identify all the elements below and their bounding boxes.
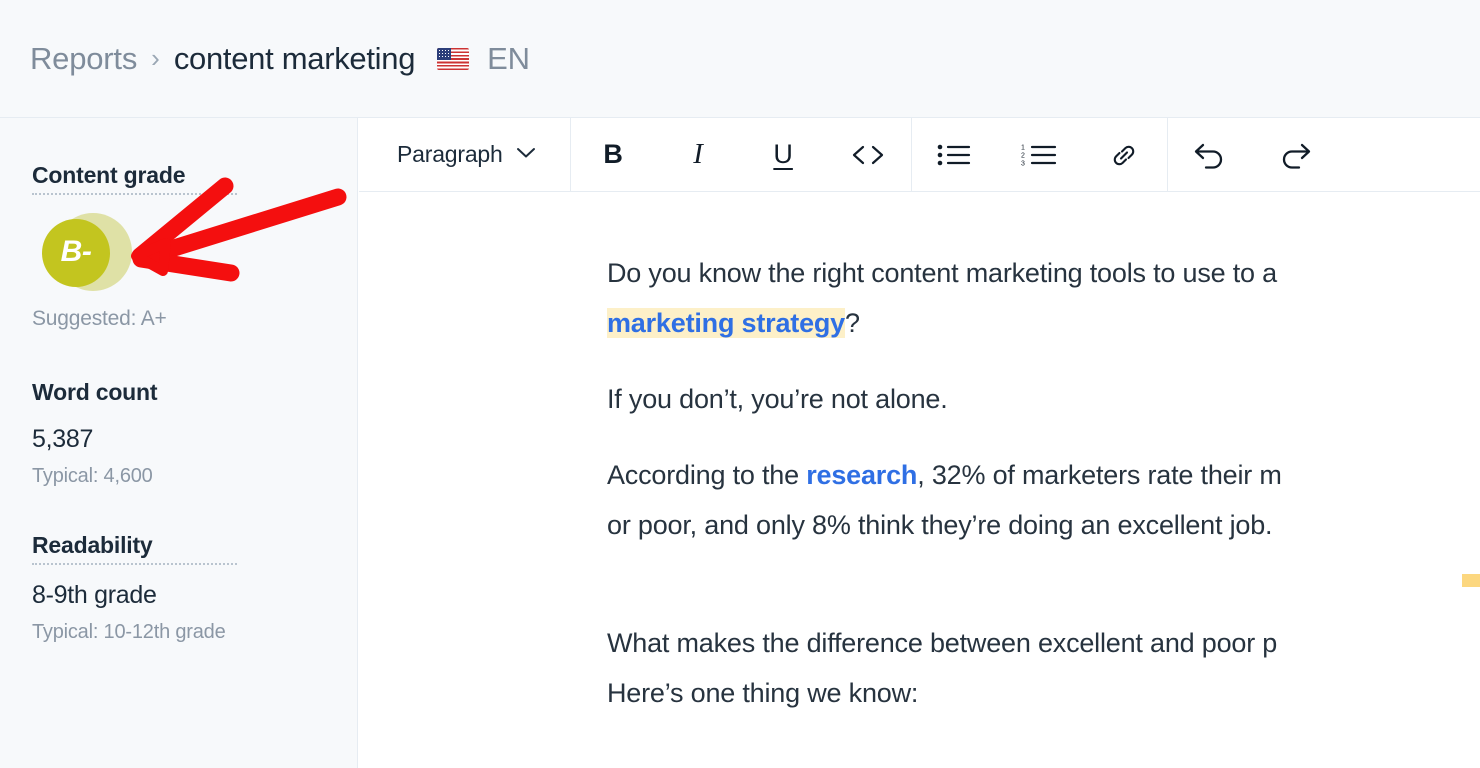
- italic-button[interactable]: I: [656, 118, 741, 192]
- app-root: Reports › content marketing EN Content g…: [0, 0, 1480, 768]
- svg-text:3: 3: [1021, 160, 1025, 167]
- paragraph-3-line-2: or poor, and only 8% think they’re doing…: [607, 510, 1273, 540]
- metrics-sidebar: Content grade B- Suggested: A+ Word coun…: [0, 118, 358, 768]
- text-highlight-fragment: [1462, 574, 1480, 587]
- readability-value: 8-9th grade: [32, 581, 157, 609]
- metric-content-grade: Content grade B- Suggested: A+: [32, 162, 327, 331]
- toolbar-group-history: [1168, 118, 1338, 192]
- grade-letter: B-: [60, 235, 92, 268]
- document-paragraph-4: What makes the difference between excell…: [607, 618, 1480, 718]
- numbered-list-button[interactable]: 1 2 3: [997, 118, 1082, 192]
- link-button[interactable]: [1082, 118, 1167, 192]
- word-count-typical: Typical: 4,600: [32, 465, 153, 487]
- readability-typical: Typical: 10-12th grade: [32, 621, 226, 643]
- bold-icon: B: [603, 139, 623, 169]
- metric-word-count: Word count 5,387 Typical: 4,600: [32, 379, 327, 488]
- content-grade-label[interactable]: Content grade: [32, 162, 237, 195]
- redo-button[interactable]: [1253, 118, 1338, 192]
- toolbar-group-lists: 1 2 3: [912, 118, 1167, 192]
- italic-icon: I: [693, 138, 703, 170]
- editor-pane: Paragraph B I U 1 2 3 Do you know the ri…: [359, 117, 1480, 768]
- document-paragraph-2: If you don’t, you’re not alone.: [607, 374, 1480, 424]
- chevron-right-icon: ›: [151, 42, 160, 73]
- metric-readability: Readability 8-9th grade Typical: 10-12th…: [32, 532, 327, 644]
- grade-circle: B-: [42, 219, 110, 287]
- paragraph-4-line-2: Here’s one thing we know:: [607, 678, 919, 708]
- word-count-value: 5,387: [32, 425, 94, 453]
- research-link[interactable]: research: [806, 460, 917, 490]
- code-icon: [851, 143, 885, 167]
- content-grade-suggested: Suggested: A+: [32, 307, 167, 330]
- paragraph-2-text: If you don’t, you’re not alone.: [607, 384, 948, 414]
- document-paragraph-3: According to the research, 32% of market…: [607, 450, 1480, 550]
- document-paragraph-1: Do you know the right content marketing …: [607, 248, 1480, 348]
- code-button[interactable]: [826, 118, 911, 192]
- editor-toolbar: Paragraph B I U 1 2 3: [359, 117, 1480, 192]
- numbered-list-icon: 1 2 3: [1021, 142, 1057, 168]
- toolbar-group-block: Paragraph: [359, 118, 570, 192]
- svg-text:1: 1: [1021, 144, 1025, 151]
- breadcrumb-language-code: EN: [487, 40, 530, 76]
- paragraph-1-line-1: Do you know the right content marketing …: [607, 258, 1277, 288]
- link-icon: [1108, 142, 1140, 168]
- chevron-down-icon: [516, 146, 536, 164]
- bullet-list-button[interactable]: [912, 118, 997, 192]
- breadcrumb: Reports › content marketing EN: [30, 41, 530, 77]
- breadcrumb-parent-reports[interactable]: Reports: [30, 41, 137, 77]
- word-count-label: Word count: [32, 379, 158, 405]
- us-flag-icon: [437, 47, 470, 70]
- svg-text:2: 2: [1021, 152, 1025, 159]
- undo-icon: [1192, 140, 1228, 170]
- paragraph-style-dropdown[interactable]: Paragraph: [359, 118, 570, 192]
- paragraph-3-prefix: According to the: [607, 460, 807, 490]
- breadcrumb-current-title: content marketing: [173, 40, 416, 76]
- paragraph-1-tail: ?: [845, 308, 860, 338]
- undo-button[interactable]: [1168, 118, 1253, 192]
- paragraph-style-label: Paragraph: [397, 141, 503, 167]
- paragraph-4-line-1: What makes the difference between excell…: [607, 628, 1278, 658]
- readability-label[interactable]: Readability: [32, 532, 237, 565]
- redo-icon: [1277, 140, 1313, 170]
- page-header: Reports › content marketing EN: [0, 0, 1480, 118]
- content-grade-badge[interactable]: B-: [34, 213, 154, 291]
- marketing-strategy-link[interactable]: marketing strategy: [607, 308, 845, 338]
- bullet-list-icon: [937, 142, 971, 168]
- document-body[interactable]: Do you know the right content marketing …: [359, 192, 1480, 768]
- paragraph-3-suffix: , 32% of marketers rate their m: [917, 460, 1282, 490]
- toolbar-group-inline: B I U: [571, 118, 911, 192]
- underline-icon: U: [773, 139, 793, 169]
- underline-button[interactable]: U: [741, 118, 826, 192]
- bold-button[interactable]: B: [571, 118, 656, 192]
